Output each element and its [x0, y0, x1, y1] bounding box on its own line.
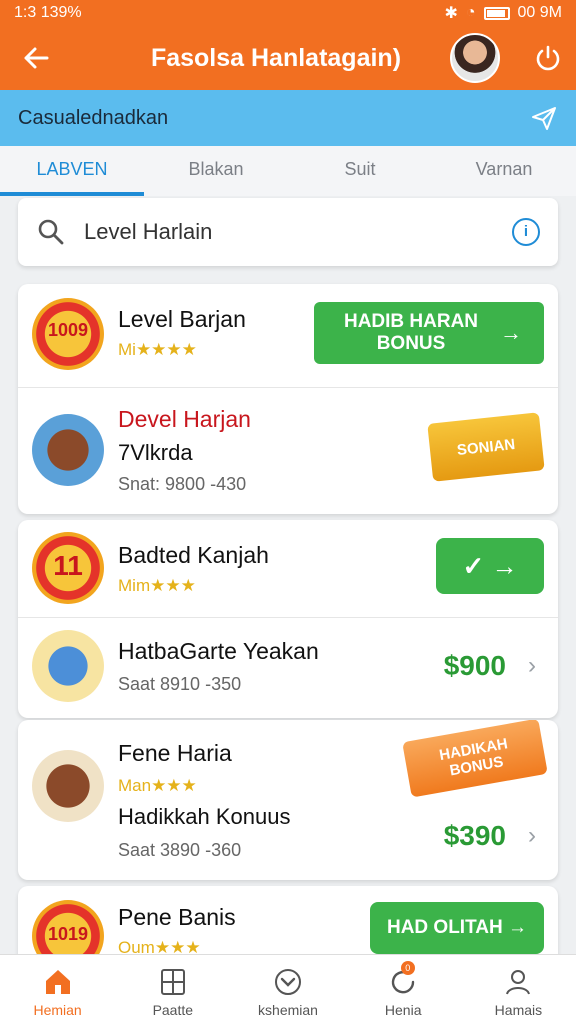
- item-title: Fene Haria: [118, 740, 232, 766]
- item-meta: Snat: 9800 -430: [118, 474, 247, 494]
- tablet-thumbnail: [32, 630, 104, 702]
- hold-button-label: HAD OLITAH →: [386, 917, 528, 938]
- chest-thumbnail: [32, 414, 104, 486]
- status-bar: 1:3 139% ✱ ◔ 00 9M: [0, 0, 576, 26]
- item-meta: Saat 3890 -360: [118, 840, 242, 860]
- ribbon-badge: SONIAN: [427, 412, 545, 482]
- list-item[interactable]: 11 Badted Kanjah Mim★★★ ✓ →: [18, 520, 558, 618]
- list-item[interactable]: Fene Haria Man★★★ Hadikkah Konuus Saat 3…: [18, 720, 558, 880]
- item-title: Level Barjan: [118, 306, 246, 332]
- nav-item-refresh[interactable]: 0 Henia: [346, 955, 461, 1024]
- chevron-right-icon[interactable]: ›: [528, 822, 536, 850]
- home-icon: [45, 970, 70, 994]
- offer-card: 1009 Level Barjan Mi★★★★ HADIB HARAN BON…: [18, 284, 558, 514]
- app-header: Fasolsa Hanlatagain): [0, 26, 576, 90]
- status-time: 1:3 139%: [14, 4, 82, 21]
- info-icon[interactable]: i: [512, 218, 540, 246]
- bonus-button-label: HADIB HARAN BONUS: [343, 311, 479, 354]
- item-price: $900: [443, 650, 506, 681]
- rating-stars: Mi★★★★: [118, 340, 197, 359]
- status-right-text: 00 9M: [517, 4, 562, 21]
- arrow-right-icon: →: [500, 320, 522, 345]
- rating-stars: Man★★★: [118, 776, 197, 795]
- page-title: Fasolsa Hanlatagain): [150, 43, 402, 72]
- nav-label: Hemian: [33, 1002, 82, 1018]
- list-item[interactable]: Devel Harjan 7Vlkrda Snat: 9800 -430 SON…: [18, 388, 558, 514]
- check-arrow-icon: ✓ →: [462, 550, 518, 581]
- ribbon-badge: HADIKAH BONUS: [402, 720, 548, 798]
- offer-card: Fene Haria Man★★★ Hadikkah Konuus Saat 3…: [18, 720, 558, 880]
- notification-badge: 0: [400, 961, 415, 975]
- badge-number: 11: [53, 550, 83, 581]
- list-item[interactable]: 1009 Level Barjan Mi★★★★ HADIB HARAN BON…: [18, 284, 558, 388]
- ribbon-label: HADIKAH BONUS: [437, 735, 510, 780]
- bonus-button[interactable]: HADIB HARAN BONUS →: [314, 302, 544, 364]
- banner-text: Casualednadkan: [18, 106, 169, 129]
- nav-label: Paatte: [152, 1002, 194, 1018]
- power-button[interactable]: [520, 26, 576, 90]
- wifi-icon: ◔: [465, 4, 476, 21]
- item-title: Badted Kanjah: [118, 542, 269, 568]
- chest-thumbnail: [32, 750, 104, 822]
- badge-thumbnail: 11: [32, 532, 104, 604]
- badge-thumbnail: 1009: [32, 298, 104, 370]
- nav-item-cards[interactable]: Paatte: [115, 955, 230, 1024]
- search-icon: [38, 219, 64, 245]
- tab-labven[interactable]: LABVEN: [0, 146, 144, 196]
- nav-label: Hamais: [494, 1002, 543, 1018]
- badge-number: 1009: [47, 320, 89, 340]
- item-subtitle: 7Vlkrda: [118, 440, 193, 465]
- list-item[interactable]: HatbaGarte Yeakan Saat 8910 -350 $900 ›: [18, 618, 558, 718]
- item-subtitle: Hadikkah Konuus: [118, 804, 291, 829]
- ribbon-label: SONIAN: [456, 435, 516, 459]
- badge-number: 1019: [47, 924, 89, 944]
- nav-item-home[interactable]: Hemian: [0, 955, 115, 1024]
- tab-varnan[interactable]: Varnan: [432, 146, 576, 196]
- confirm-button[interactable]: ✓ →: [436, 538, 544, 594]
- item-title: Pene Banis: [118, 904, 236, 930]
- tab-blakan[interactable]: Blakan: [144, 146, 288, 196]
- profile-icon: [506, 970, 531, 995]
- back-button[interactable]: [0, 26, 72, 90]
- item-meta: Saat 8910 -350: [118, 674, 242, 694]
- item-title: Devel Harjan: [118, 406, 251, 432]
- tab-suit[interactable]: Suit: [288, 146, 432, 196]
- power-icon: [536, 45, 560, 71]
- hold-button[interactable]: HAD OLITAH →: [370, 902, 544, 954]
- battery-icon: [483, 6, 510, 20]
- nav-label: kshemian: [258, 1002, 318, 1018]
- arrow-left-icon: [24, 47, 49, 69]
- bottom-nav: Hemian Paatte kshemian 0 Henia Hamais: [0, 954, 576, 1024]
- rating-stars: Mim★★★: [118, 576, 196, 595]
- search-input[interactable]: Level Harlain: [66, 219, 512, 245]
- offer-card: 11 Badted Kanjah Mim★★★ ✓ → HatbaGarte Y…: [18, 520, 558, 718]
- nav-label: Henia: [384, 1002, 422, 1018]
- item-price: $390: [443, 820, 506, 851]
- nav-item-center[interactable]: kshemian: [230, 955, 345, 1024]
- chevron-circle-icon: [275, 969, 301, 995]
- send-icon[interactable]: [530, 104, 558, 132]
- item-title: HatbaGarte Yeakan: [118, 638, 319, 664]
- bluetooth-icon: ✱: [444, 5, 458, 22]
- sub-banner: Casualednadkan: [0, 90, 576, 146]
- nav-item-profile[interactable]: Hamais: [461, 955, 576, 1024]
- avatar[interactable]: [450, 33, 500, 83]
- tab-bar: LABVEN Blakan Suit Varnan: [0, 146, 576, 196]
- cards-icon: [160, 969, 185, 995]
- search-bar[interactable]: Level Harlain i: [18, 198, 558, 266]
- chevron-right-icon[interactable]: ›: [528, 652, 536, 680]
